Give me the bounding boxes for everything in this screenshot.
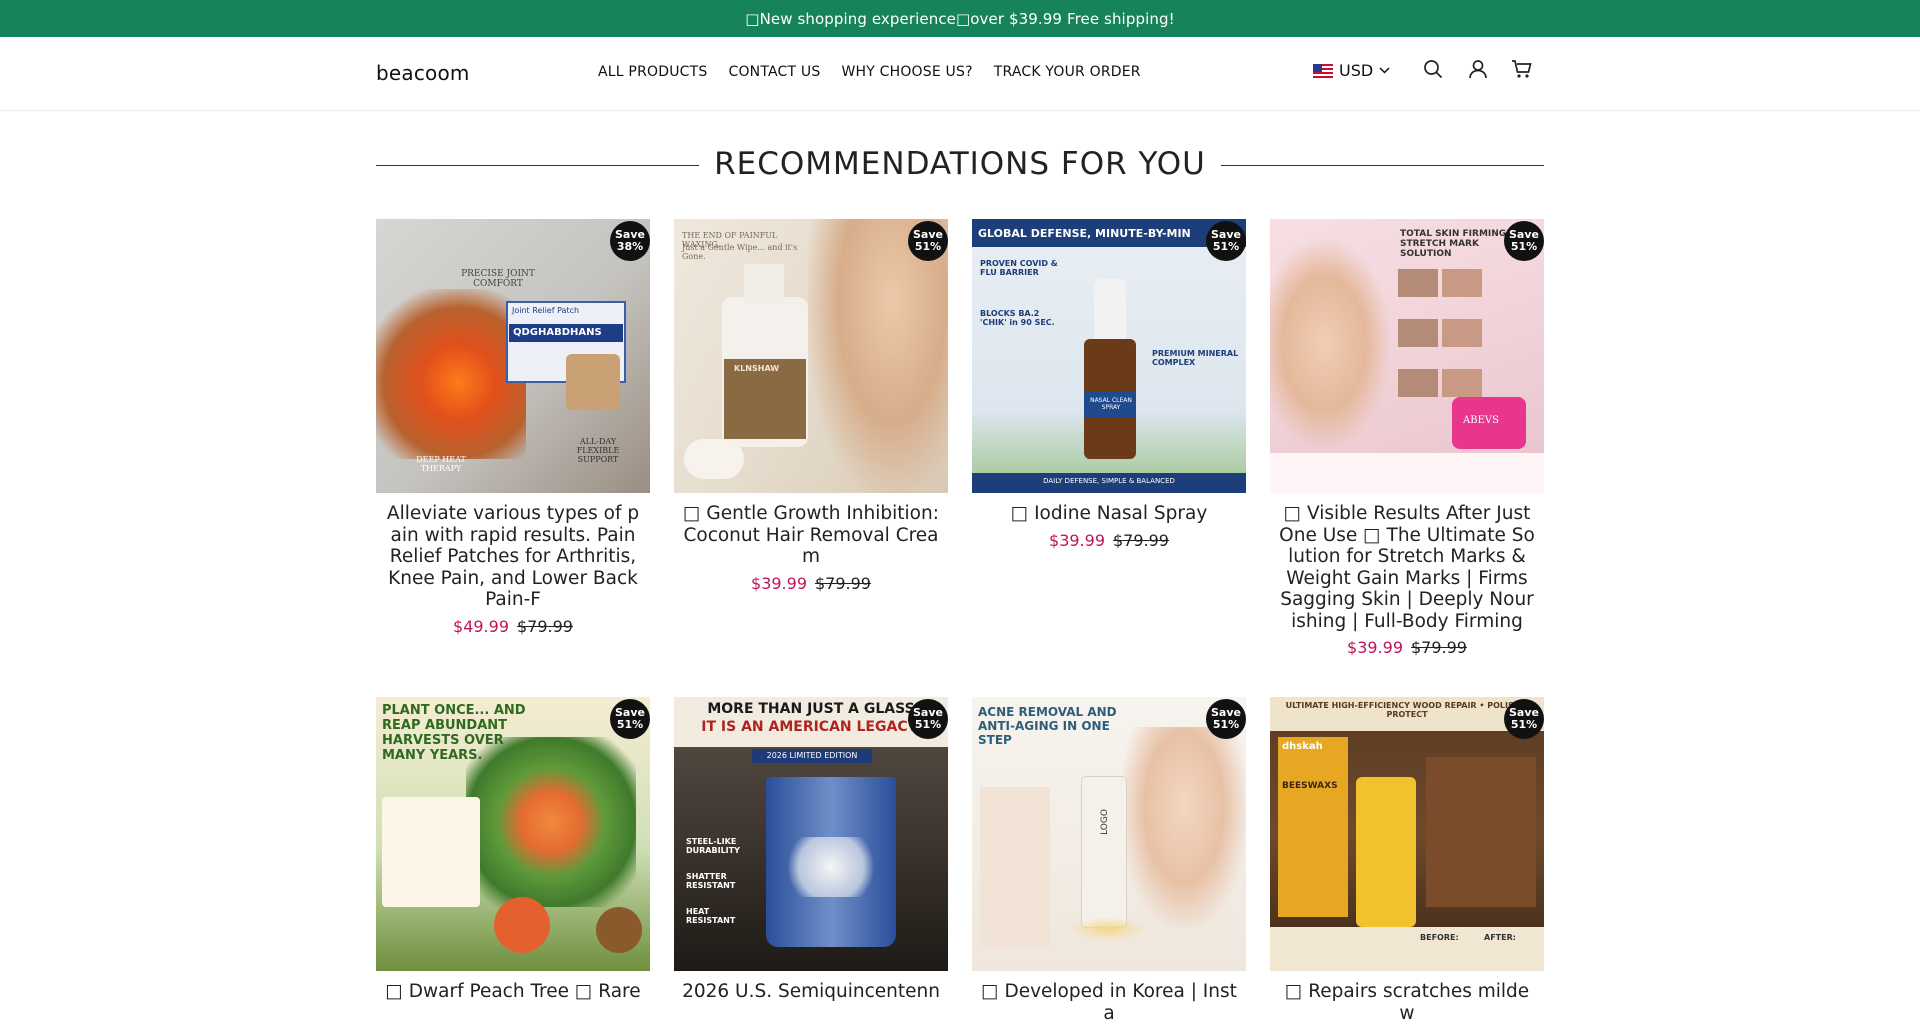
- product-title[interactable]: Alleviate various types of pain with rap…: [376, 503, 650, 611]
- nasal-spray-art: GLOBAL DEFENSE, MINUTE-BY-MIN PROVEN COV…: [972, 219, 1246, 493]
- product-image[interactable]: ULTIMATE HIGH-EFFICIENCY WOOD REPAIR • P…: [1270, 697, 1544, 971]
- product-price: $39.99 $79.99: [972, 531, 1246, 550]
- nav-track-order[interactable]: TRACK YOUR ORDER: [994, 64, 1141, 80]
- nav-all-products[interactable]: ALL PRODUCTS: [598, 64, 707, 80]
- product-card[interactable]: GLOBAL DEFENSE, MINUTE-BY-MIN PROVEN COV…: [972, 219, 1246, 550]
- peach-tree-art: PLANT ONCE... AND REAP ABUNDANT HARVESTS…: [376, 697, 650, 971]
- product-image[interactable]: TOTAL SKIN FIRMING STRETCH MARK SOLUTION…: [1270, 219, 1544, 493]
- product-image[interactable]: THE END OF PAINFUL WAXING. Just a Gentle…: [674, 219, 948, 493]
- product-price: $49.99 $79.99: [376, 617, 650, 636]
- product-image[interactable]: PLANT ONCE... AND REAP ABUNDANT HARVESTS…: [376, 697, 650, 971]
- product-card[interactable]: MORE THAN JUST A GLASS IT IS AN AMERICAN…: [674, 697, 948, 1003]
- main-nav: ALL PRODUCTS CONTACT US WHY CHOOSE US? T…: [598, 64, 1162, 80]
- product-title[interactable]: □ Iodine Nasal Spray: [972, 503, 1246, 525]
- section-title: RECOMMENDATIONS FOR YOU: [714, 146, 1206, 182]
- product-title[interactable]: 2026 U.S. Semiquincentenn: [674, 981, 948, 1003]
- korean-skincare-art: ACNE REMOVAL AND ANTI-AGING IN ONE STEP …: [972, 697, 1246, 971]
- compare-price: $79.99: [1411, 638, 1467, 657]
- discount-badge: Save 51%: [908, 699, 948, 739]
- compare-price: $79.99: [517, 616, 573, 636]
- us-flag-icon: [1313, 63, 1333, 78]
- currency-selector[interactable]: USD: [1313, 61, 1390, 80]
- product-card[interactable]: PRECISE JOINT COMFORT Joint Relief Patch…: [376, 219, 650, 636]
- discount-badge: Save 51%: [610, 699, 650, 739]
- sale-price: $49.99: [453, 616, 509, 636]
- sale-price: $39.99: [1347, 638, 1403, 657]
- compare-price: $79.99: [815, 573, 871, 593]
- product-title[interactable]: □ Visible Results After Just One Use □ T…: [1270, 503, 1544, 632]
- product-title[interactable]: □ Repairs scratches mildew: [1270, 981, 1544, 1024]
- sale-price: $39.99: [751, 573, 807, 593]
- recommendations-heading: RECOMMENDATIONS FOR YOU: [376, 140, 1544, 190]
- product-title[interactable]: □ Developed in Korea | Insta: [972, 981, 1246, 1024]
- discount-badge: Save 51%: [1206, 221, 1246, 261]
- product-card[interactable]: TOTAL SKIN FIRMING STRETCH MARK SOLUTION…: [1270, 219, 1544, 657]
- search-icon[interactable]: [1423, 59, 1443, 79]
- product-card[interactable]: THE END OF PAINFUL WAXING. Just a Gentle…: [674, 219, 948, 593]
- beeswax-art: ULTIMATE HIGH-EFFICIENCY WOOD REPAIR • P…: [1270, 697, 1544, 971]
- account-icon[interactable]: [1468, 59, 1488, 79]
- product-card[interactable]: ULTIMATE HIGH-EFFICIENCY WOOD REPAIR • P…: [1270, 697, 1544, 1024]
- hair-removal-art: THE END OF PAINFUL WAXING. Just a Gentle…: [674, 219, 948, 493]
- nav-why-choose-us[interactable]: WHY CHOOSE US?: [841, 64, 972, 80]
- site-header: beacoom ALL PRODUCTS CONTACT US WHY CHOO…: [0, 37, 1920, 111]
- announcement-bar: □New shopping experience□over $39.99 Fre…: [0, 0, 1920, 37]
- product-price: $39.99 $79.99: [1270, 638, 1544, 657]
- product-image[interactable]: GLOBAL DEFENSE, MINUTE-BY-MIN PROVEN COV…: [972, 219, 1246, 493]
- product-title[interactable]: □ Gentle Growth Inhibition: Coconut Hair…: [674, 503, 948, 568]
- cart-icon[interactable]: [1511, 59, 1533, 79]
- discount-badge: Save 51%: [1504, 699, 1544, 739]
- site-logo[interactable]: beacoom: [376, 61, 470, 85]
- discount-badge: Save 38%: [610, 221, 650, 261]
- nav-contact-us[interactable]: CONTACT US: [728, 64, 820, 80]
- announcement-text: □New shopping experience□over $39.99 Fre…: [745, 9, 1175, 28]
- product-card[interactable]: PLANT ONCE... AND REAP ABUNDANT HARVESTS…: [376, 697, 650, 1003]
- currency-label: USD: [1339, 61, 1374, 80]
- compare-price: $79.99: [1113, 530, 1169, 550]
- product-price: $39.99 $79.99: [674, 574, 948, 593]
- product-card[interactable]: ACNE REMOVAL AND ANTI-AGING IN ONE STEP …: [972, 697, 1246, 1024]
- discount-badge: Save 51%: [1206, 699, 1246, 739]
- discount-badge: Save 51%: [908, 221, 948, 261]
- joint-patch-art: PRECISE JOINT COMFORT Joint Relief Patch…: [376, 219, 650, 493]
- commemorative-glass-art: MORE THAN JUST A GLASS IT IS AN AMERICAN…: [674, 697, 948, 971]
- chevron-down-icon: [1379, 67, 1390, 74]
- product-title[interactable]: □ Dwarf Peach Tree □ Rare: [376, 981, 650, 1003]
- discount-badge: Save 51%: [1504, 221, 1544, 261]
- product-image[interactable]: PRECISE JOINT COMFORT Joint Relief Patch…: [376, 219, 650, 493]
- heading-rule-right: [1221, 165, 1544, 166]
- sale-price: $39.99: [1049, 530, 1105, 550]
- product-image[interactable]: ACNE REMOVAL AND ANTI-AGING IN ONE STEP …: [972, 697, 1246, 971]
- stretch-mark-art: TOTAL SKIN FIRMING STRETCH MARK SOLUTION…: [1270, 219, 1544, 493]
- product-image[interactable]: MORE THAN JUST A GLASS IT IS AN AMERICAN…: [674, 697, 948, 971]
